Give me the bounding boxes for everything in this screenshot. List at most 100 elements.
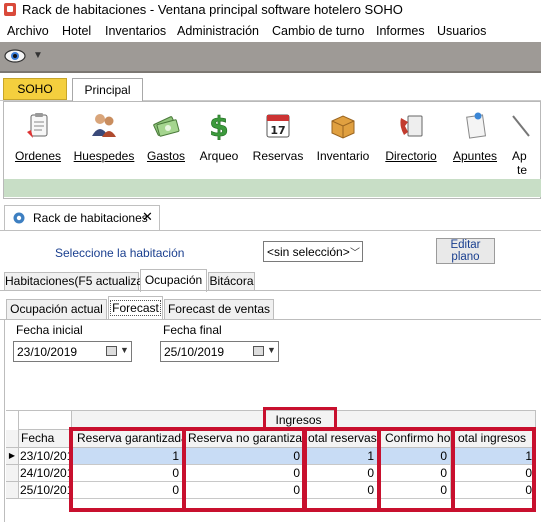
start-date-picker[interactable]: 23/10/2019 ▼	[13, 341, 132, 362]
directorio-label: Directorio	[385, 149, 437, 163]
tab-soho[interactable]: SOHO	[3, 78, 67, 100]
table-cell[interactable]: 0	[451, 482, 536, 499]
window-title: Rack de habitaciones - Ventana principal…	[22, 2, 403, 17]
tab-principal[interactable]: Principal	[72, 78, 143, 102]
ribbon-footer	[4, 179, 541, 197]
start-date-value: 23/10/2019	[17, 345, 78, 359]
table-cell[interactable]: 0	[183, 482, 304, 499]
gastos-button[interactable]: Gastos	[144, 108, 188, 174]
menu-inventarios[interactable]: Inventarios	[105, 24, 166, 38]
arqueo-label: Arqueo	[199, 149, 239, 163]
huespedes-label: Huespedes	[73, 149, 135, 163]
eye-icon[interactable]	[4, 47, 26, 65]
expenses-money-icon	[153, 116, 180, 137]
table-cell[interactable]: 0	[378, 465, 451, 482]
partial-label: Ap	[512, 149, 527, 163]
forecast-grid: Ingresos Fecha Reserva garantizada Reser…	[6, 410, 536, 522]
menu-administracion[interactable]: Administración	[177, 24, 259, 38]
table-cell[interactable]: 0	[378, 448, 451, 465]
partial-ribbon-button[interactable]: Ap te	[508, 108, 541, 174]
tab-level2-divider	[0, 319, 541, 320]
edit-plan-line1: Editar	[450, 239, 481, 251]
tab-habitaciones[interactable]: Habitaciones(F5 actualizar)	[4, 272, 151, 291]
table-cell[interactable]: 0	[72, 465, 183, 482]
tab-ocupacion[interactable]: Ocupación	[140, 269, 207, 292]
edit-plan-button[interactable]: Editar plano	[436, 238, 495, 264]
table-cell[interactable]: 1	[451, 448, 536, 465]
col-header-fecha[interactable]: Fecha	[19, 430, 72, 448]
table-cell[interactable]: 0	[451, 465, 536, 482]
table-cell[interactable]: 1	[304, 448, 378, 465]
title-bar: Rack de habitaciones - Ventana principal…	[0, 0, 541, 20]
chevron-down-icon: ﹀	[350, 248, 360, 259]
reservations-calendar-icon: 17	[266, 114, 290, 138]
col-header-reserva-no-garantizada[interactable]: Reserva no garantizada	[183, 430, 304, 448]
room-select-label: Seleccione la habitación	[55, 246, 185, 260]
row-selector[interactable]	[6, 482, 19, 499]
menu-informes[interactable]: Informes	[376, 24, 425, 38]
apuntes-label: Apuntes	[452, 149, 498, 163]
end-date-value: 25/10/2019	[164, 345, 225, 359]
grid-band-corner	[6, 410, 19, 430]
menu-hotel[interactable]: Hotel	[62, 24, 91, 38]
notes-pin-icon	[466, 112, 487, 139]
quick-access-dropdown-icon[interactable]: ▼	[30, 47, 46, 65]
room-select-value: <sin selección>	[267, 245, 350, 259]
directorio-button[interactable]: Directorio	[382, 108, 440, 174]
ordenes-label: Ordenes	[14, 149, 62, 163]
end-date-picker[interactable]: 25/10/2019 ▼	[160, 341, 279, 362]
close-icon[interactable]: ✕	[142, 209, 153, 225]
huespedes-button[interactable]: Huespedes	[72, 108, 136, 174]
reservas-label: Reservas	[252, 149, 304, 163]
table-row-fecha[interactable]: 23/10/201	[19, 448, 72, 465]
tab-forecast-ventas[interactable]: Forecast de ventas	[164, 299, 274, 319]
menu-cambio-de-turno[interactable]: Cambio de turno	[272, 24, 364, 38]
table-cell[interactable]: 0	[72, 482, 183, 499]
chevron-down-icon: ▼	[120, 345, 129, 355]
row-indicator-icon[interactable]: ▶	[6, 448, 19, 465]
gear-icon	[13, 212, 25, 224]
inventario-label: Inventario	[316, 149, 370, 163]
col-header-total-ingresos[interactable]: otal ingresos	[451, 430, 536, 448]
grid-top-border	[6, 410, 536, 411]
menu-bar: Archivo Hotel Inventarios Administración…	[0, 21, 541, 42]
table-cell[interactable]: 0	[378, 482, 451, 499]
apuntes-button[interactable]: Apuntes	[450, 108, 500, 174]
tab-ocupacion-actual[interactable]: Ocupación actual	[6, 299, 107, 319]
col-header-confirmo-hoy[interactable]: Confirmo hoy	[378, 430, 451, 448]
table-cell[interactable]: 0	[304, 465, 378, 482]
menu-archivo[interactable]: Archivo	[7, 24, 49, 38]
orders-clipboard-icon	[27, 113, 48, 138]
partial-label-line2: te	[517, 163, 528, 174]
table-cell[interactable]: 0	[183, 465, 304, 482]
row-header-corner	[6, 430, 19, 448]
table-cell[interactable]: 0	[183, 448, 304, 465]
room-select[interactable]: <sin selección> ﹀	[263, 241, 363, 262]
app-icon	[4, 3, 16, 16]
tab-forecast[interactable]: Forecast	[108, 296, 163, 320]
col-header-reserva-garantizada[interactable]: Reserva garantizada	[72, 430, 183, 448]
inventario-button[interactable]: Inventario	[314, 108, 372, 174]
row-selector[interactable]	[6, 465, 19, 482]
end-date-label: Fecha final	[163, 323, 222, 337]
tab-level1-divider	[0, 290, 541, 291]
table-cell[interactable]: 0	[304, 482, 378, 499]
table-row-fecha[interactable]: 25/10/201	[19, 482, 72, 499]
doc-tab-rack[interactable]: Rack de habitaciones ✕	[4, 205, 160, 230]
calendar-icon	[253, 346, 264, 356]
menu-usuarios[interactable]: Usuarios	[437, 24, 486, 38]
table-row-fecha[interactable]: 24/10/201	[19, 465, 72, 482]
panel-left-border	[4, 320, 5, 522]
col-header-total-reservas[interactable]: otal reservas	[304, 430, 378, 448]
arqueo-button[interactable]: $ Arqueo	[196, 108, 242, 174]
table-cell[interactable]: 1	[72, 448, 183, 465]
grid-band-fecha	[19, 410, 72, 430]
reservas-button[interactable]: 17 Reservas	[252, 108, 304, 174]
edit-plan-line2: plano	[451, 251, 480, 263]
tab-bitacora[interactable]: Bitácora	[208, 272, 255, 291]
gastos-label: Gastos	[146, 149, 185, 163]
cash-count-dollar-icon: $	[209, 110, 229, 140]
group-header-ingresos: Ingresos	[72, 410, 536, 430]
ordenes-button[interactable]: Ordenes	[10, 108, 66, 174]
calendar-icon	[106, 346, 117, 356]
